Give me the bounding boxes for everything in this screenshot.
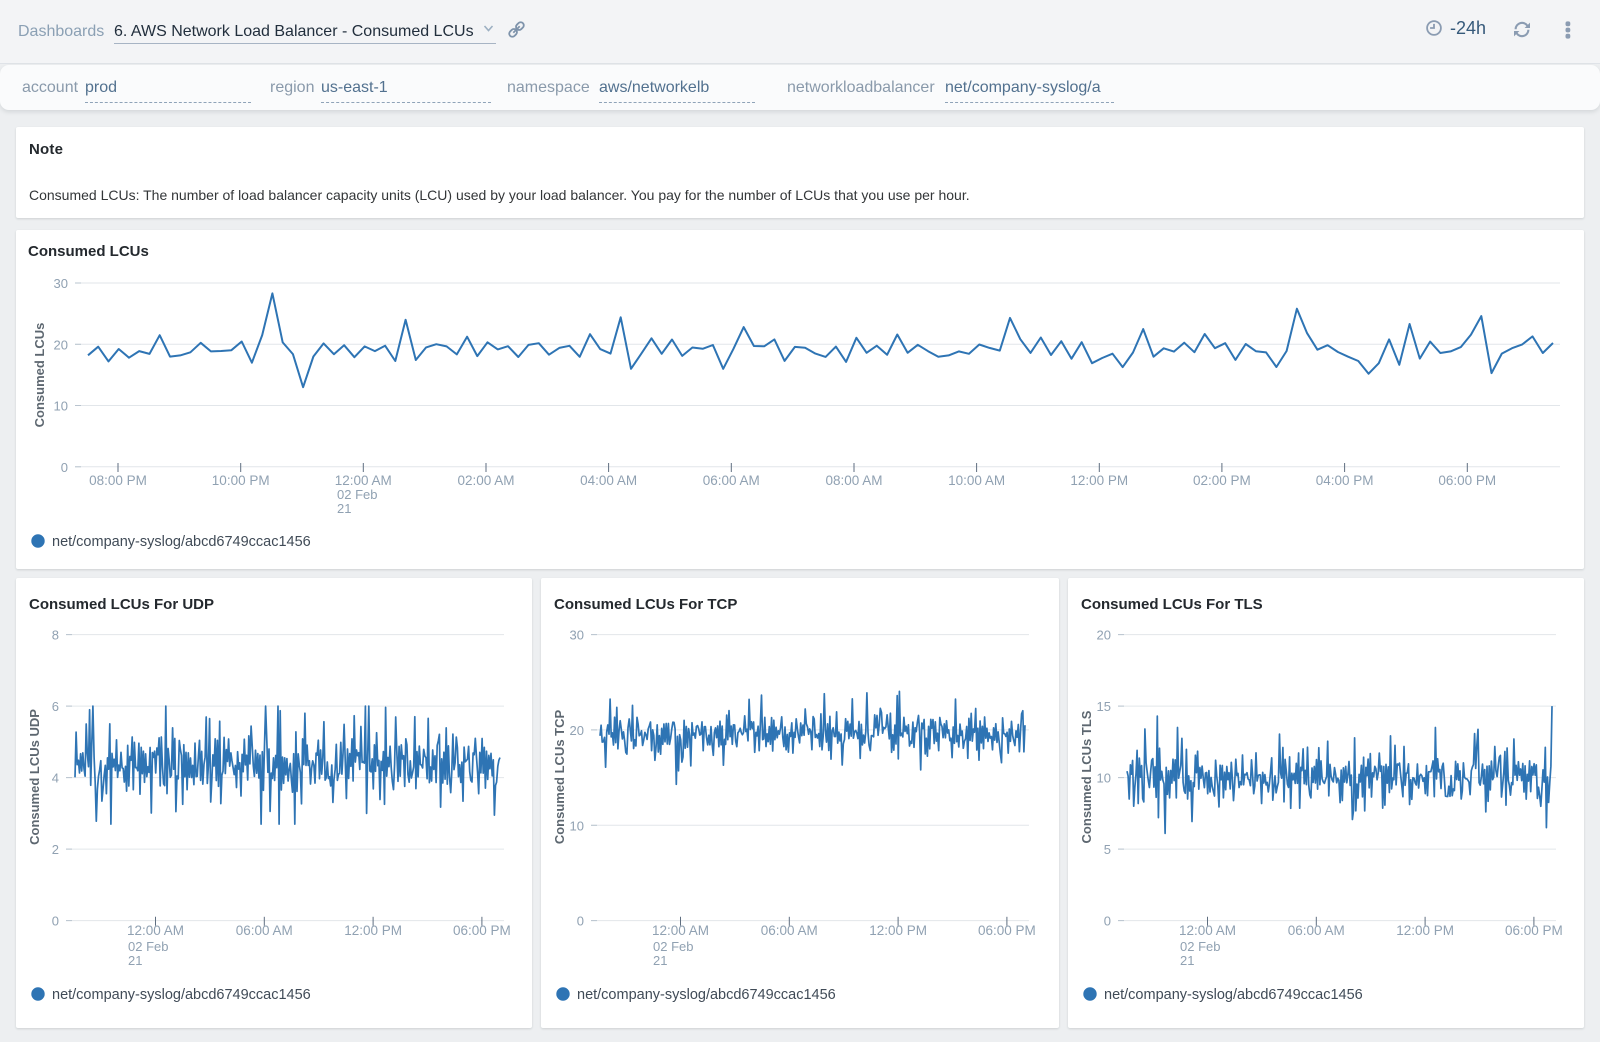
- svg-text:0: 0: [1104, 914, 1111, 929]
- svg-text:Consumed LCUs For TLS: Consumed LCUs For TLS: [1081, 596, 1263, 613]
- svg-text:12:00 PM: 12:00 PM: [344, 923, 402, 938]
- svg-text:12:00 PM: 12:00 PM: [1070, 473, 1128, 488]
- svg-text:net/company-syslog/abcd6749cca: net/company-syslog/abcd6749ccac1456: [52, 534, 311, 550]
- svg-text:10:00 PM: 10:00 PM: [212, 473, 270, 488]
- svg-text:06:00 PM: 06:00 PM: [1438, 473, 1496, 488]
- svg-text:06:00 PM: 06:00 PM: [453, 923, 511, 938]
- svg-text:20: 20: [1097, 628, 1111, 643]
- svg-text:10: 10: [1097, 771, 1111, 786]
- svg-text:10:00 AM: 10:00 AM: [948, 473, 1005, 488]
- svg-text:02:00 PM: 02:00 PM: [1193, 473, 1251, 488]
- svg-text:20: 20: [570, 723, 584, 738]
- svg-text:12:00 AM: 12:00 AM: [127, 923, 184, 938]
- svg-text:02 Feb: 02 Feb: [337, 487, 377, 502]
- svg-text:06:00 PM: 06:00 PM: [1505, 923, 1563, 938]
- svg-text:06:00 AM: 06:00 AM: [236, 923, 293, 938]
- svg-text:10: 10: [54, 399, 68, 414]
- svg-text:21: 21: [1180, 953, 1194, 968]
- svg-text:4: 4: [52, 771, 59, 786]
- svg-text:30: 30: [54, 276, 68, 291]
- svg-text:15: 15: [1097, 699, 1111, 714]
- svg-text:08:00 AM: 08:00 AM: [825, 473, 882, 488]
- svg-text:10: 10: [570, 818, 584, 833]
- svg-text:21: 21: [337, 501, 351, 516]
- svg-text:net/company-syslog/abcd6749cca: net/company-syslog/abcd6749ccac1456: [577, 987, 836, 1003]
- svg-text:30: 30: [570, 628, 584, 643]
- svg-text:08:00 PM: 08:00 PM: [89, 473, 147, 488]
- svg-text:02:00 AM: 02:00 AM: [457, 473, 514, 488]
- svg-text:12:00 AM: 12:00 AM: [1179, 923, 1236, 938]
- svg-text:0: 0: [61, 460, 68, 475]
- svg-text:2: 2: [52, 842, 59, 857]
- svg-text:net/company-syslog/abcd6749cca: net/company-syslog/abcd6749ccac1456: [1104, 987, 1363, 1003]
- svg-text:12:00 AM: 12:00 AM: [652, 923, 709, 938]
- svg-text:21: 21: [653, 953, 667, 968]
- svg-text:02 Feb: 02 Feb: [653, 939, 693, 954]
- svg-text:0: 0: [577, 914, 584, 929]
- svg-text:Consumed LCUs TCP: Consumed LCUs TCP: [552, 710, 567, 845]
- svg-text:21: 21: [128, 953, 142, 968]
- svg-text:04:00 PM: 04:00 PM: [1316, 473, 1374, 488]
- svg-text:12:00 PM: 12:00 PM: [1396, 923, 1454, 938]
- svg-text:Consumed LCUs For TCP: Consumed LCUs For TCP: [554, 596, 737, 613]
- svg-text:06:00 PM: 06:00 PM: [978, 923, 1036, 938]
- svg-text:Consumed LCUs For UDP: Consumed LCUs For UDP: [29, 596, 214, 613]
- svg-text:06:00 AM: 06:00 AM: [1288, 923, 1345, 938]
- svg-text:12:00 PM: 12:00 PM: [869, 923, 927, 938]
- svg-text:8: 8: [52, 628, 59, 643]
- svg-text:6: 6: [52, 699, 59, 714]
- svg-text:Consumed LCUs TLS: Consumed LCUs TLS: [1079, 710, 1094, 843]
- svg-text:12:00 AM: 12:00 AM: [335, 473, 392, 488]
- svg-text:Consumed LCUs: Consumed LCUs: [28, 243, 149, 260]
- svg-text:Consumed LCUs: Consumed LCUs: [32, 323, 47, 428]
- svg-text:04:00 AM: 04:00 AM: [580, 473, 637, 488]
- svg-text:02 Feb: 02 Feb: [1180, 939, 1220, 954]
- svg-text:20: 20: [54, 337, 68, 352]
- svg-text:06:00 AM: 06:00 AM: [761, 923, 818, 938]
- svg-text:net/company-syslog/abcd6749cca: net/company-syslog/abcd6749ccac1456: [52, 987, 311, 1003]
- svg-text:0: 0: [52, 914, 59, 929]
- svg-text:06:00 AM: 06:00 AM: [703, 473, 760, 488]
- svg-text:5: 5: [1104, 842, 1111, 857]
- svg-text:02 Feb: 02 Feb: [128, 939, 168, 954]
- svg-text:Consumed LCUs UDP: Consumed LCUs UDP: [27, 709, 42, 845]
